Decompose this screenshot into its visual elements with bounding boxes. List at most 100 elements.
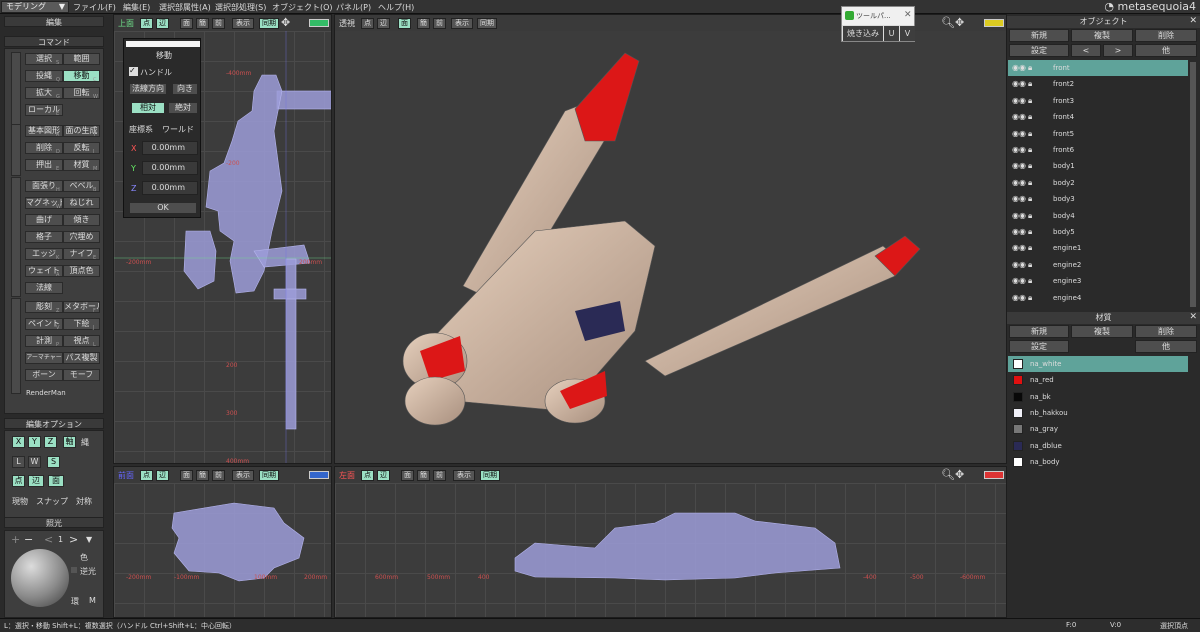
cmd-bone[interactable]: ボーン [25, 369, 63, 381]
vp-display-button[interactable]: 表示 [453, 470, 475, 481]
menu-file[interactable]: ファイル(F) [73, 2, 116, 13]
visibility-icon[interactable]: ◉◉ [1012, 191, 1026, 207]
vp-front-button[interactable]: 前 [433, 18, 446, 29]
visibility-icon[interactable]: ◉◉ [1012, 109, 1026, 125]
lock-icon[interactable]: 🔒︎ [1028, 76, 1032, 92]
vp-front-button[interactable]: 前 [212, 470, 225, 481]
vp-display-button[interactable]: 表示 [232, 18, 254, 29]
lock-icon[interactable]: 🔒︎ [1028, 109, 1032, 125]
vp-front-button[interactable]: 前 [212, 18, 225, 29]
object-row[interactable]: ◉◉ 🔒︎ front [1008, 60, 1188, 76]
visibility-icon[interactable]: ◉◉ [1012, 240, 1026, 256]
visibility-icon[interactable]: ◉◉ [1012, 208, 1026, 224]
menu-help[interactable]: ヘルプ(H) [378, 2, 414, 13]
object-delete-button[interactable]: 削除 [1135, 29, 1197, 42]
vp-face-button[interactable]: 面 [180, 18, 193, 29]
vp-simple-button[interactable]: 簡 [417, 18, 430, 29]
visibility-icon[interactable]: ◉◉ [1012, 93, 1026, 109]
lock-icon[interactable]: 🔒︎ [1028, 257, 1032, 273]
x-value-field[interactable]: 0.00mm [142, 141, 198, 155]
viewport-front[interactable]: 前面 点 辺 面 簡 前 表示 同期 -200mm -100mm 100mm 2… [113, 466, 332, 618]
lock-icon[interactable]: 🔒︎ [1028, 224, 1032, 240]
close-icon[interactable]: ✕ [1189, 312, 1197, 322]
object-new-button[interactable]: 新規 [1009, 29, 1069, 42]
cmd-tilt[interactable]: 傾き [63, 214, 100, 226]
visibility-icon[interactable]: ◉◉ [1012, 76, 1026, 92]
vp-edge-button[interactable]: 辺 [377, 470, 390, 481]
object-scrollbar[interactable] [1190, 62, 1196, 307]
vp-vertex-button[interactable]: 点 [361, 18, 374, 29]
object-row[interactable]: ◉◉ 🔒︎ front4 [1008, 109, 1188, 125]
visibility-icon[interactable]: ◉◉ [1012, 257, 1026, 273]
viewport-perspective[interactable]: 透視 点 辺 面 簡 前 表示 同期 🔍︎✥ [334, 14, 1007, 464]
vp-edge-button[interactable]: 辺 [156, 470, 169, 481]
cmd-twist[interactable]: ねじれ [63, 197, 100, 209]
direction-button[interactable]: 向き [172, 83, 198, 95]
object-row[interactable]: ◉◉ 🔒︎ front3 [1008, 93, 1188, 109]
object-row[interactable]: ◉◉ 🔒︎ body4 [1008, 208, 1188, 224]
object-next-button[interactable]: > [1103, 44, 1133, 57]
monitor-icon[interactable] [309, 471, 329, 479]
vp-sync-button[interactable]: 同期 [259, 18, 279, 29]
y-value-field[interactable]: 0.00mm [142, 161, 198, 175]
absolute-button[interactable]: 絶対 [168, 102, 198, 114]
material-other-button[interactable]: 他 [1135, 340, 1197, 353]
object-other-button[interactable]: 他 [1135, 44, 1197, 57]
menu-panel[interactable]: パネル(P) [336, 2, 371, 13]
lock-icon[interactable]: 🔒︎ [1028, 208, 1032, 224]
elem-edge-toggle[interactable]: 辺 [28, 475, 44, 487]
close-icon[interactable]: ✕ [1189, 16, 1197, 26]
lock-icon[interactable]: 🔒︎ [1028, 290, 1032, 306]
object-row[interactable]: ◉◉ 🔒︎ body1 [1008, 158, 1188, 174]
axis-z-toggle[interactable]: Z [44, 436, 57, 448]
cmd-vertex-color[interactable]: 頂点色 [63, 265, 100, 277]
zoom-icon[interactable]: 🔍︎✥ [941, 468, 964, 481]
lock-icon[interactable]: 🔒︎ [1028, 175, 1032, 191]
lock-icon[interactable]: 🔒︎ [1028, 191, 1032, 207]
object-settings-button[interactable]: 設定 [1009, 44, 1069, 57]
vp-sync-button[interactable]: 同期 [477, 18, 497, 29]
visibility-icon[interactable]: ◉◉ [1012, 126, 1026, 142]
material-settings-button[interactable]: 設定 [1009, 340, 1069, 353]
object-row[interactable]: ◉◉ 🔒︎ body3 [1008, 191, 1188, 207]
object-row[interactable]: ◉◉ 🔒︎ engine2 [1008, 257, 1188, 273]
elem-vertex-toggle[interactable]: 点 [12, 475, 25, 487]
move-view-icon[interactable]: ✥ [281, 16, 290, 29]
vp-display-button[interactable]: 表示 [451, 18, 473, 29]
object-row[interactable]: ◉◉ 🔒︎ engine1 [1008, 240, 1188, 256]
visibility-icon[interactable]: ◉◉ [1012, 224, 1026, 240]
cmd-normal[interactable]: 法線 [25, 282, 63, 294]
object-duplicate-button[interactable]: 複製 [1071, 29, 1133, 42]
viewport-left[interactable]: 左面 点 辺 面 簡 前 表示 同期 🔍︎✥ 600mm 500mm 400 -… [334, 466, 1007, 618]
monitor-icon[interactable] [984, 471, 1004, 479]
visibility-icon[interactable]: ◉◉ [1012, 290, 1026, 306]
move-dialog-titlebar[interactable] [126, 41, 200, 47]
object-row[interactable]: ◉◉ 🔒︎ body5 [1008, 224, 1188, 240]
lock-icon[interactable]: 🔒︎ [1028, 158, 1032, 174]
menu-edit[interactable]: 編集(E) [123, 2, 150, 13]
menu-select-process[interactable]: 選択部処理(S) [215, 2, 266, 13]
vp-vertex-button[interactable]: 点 [140, 470, 153, 481]
v-button[interactable]: V [900, 26, 915, 41]
material-row[interactable]: na_body [1008, 454, 1188, 470]
vp-vertex-button[interactable]: 点 [140, 18, 153, 29]
object-row[interactable]: ◉◉ 🔒︎ body2 [1008, 175, 1188, 191]
vp-simple-button[interactable]: 簡 [417, 470, 430, 481]
handle-checkbox[interactable]: ✓ [129, 67, 138, 76]
option-current[interactable]: 現物 [12, 496, 28, 507]
vp-edge-button[interactable]: 辺 [377, 18, 390, 29]
light-color-label[interactable]: 色 [80, 552, 88, 563]
object-row[interactable]: ◉◉ 🔒︎ front2 [1008, 76, 1188, 92]
material-row[interactable]: na_bk [1008, 389, 1188, 405]
local-toggle[interactable]: L [12, 456, 25, 468]
vp-display-button[interactable]: 表示 [232, 470, 254, 481]
vp-front-button[interactable]: 前 [433, 470, 446, 481]
normal-direction-button[interactable]: 法線方向 [129, 83, 167, 95]
visibility-icon[interactable]: ◉◉ [1012, 60, 1026, 76]
lock-icon[interactable]: 🔒︎ [1028, 60, 1032, 76]
relative-button[interactable]: 相対 [131, 102, 165, 114]
visibility-icon[interactable]: ◉◉ [1012, 142, 1026, 158]
option-symmetry[interactable]: 対称 [76, 496, 92, 507]
lock-icon[interactable]: 🔒︎ [1028, 142, 1032, 158]
cmd-morph[interactable]: モーフ [63, 369, 100, 381]
